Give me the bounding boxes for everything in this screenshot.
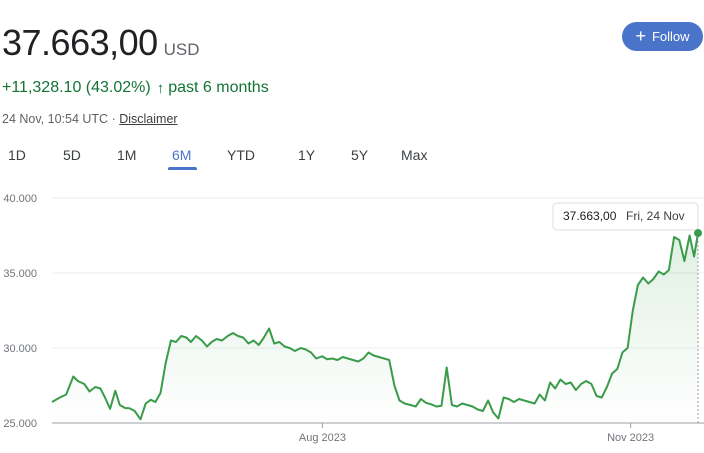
tooltip-date: Fri, 24 Nov — [626, 209, 685, 223]
change-period: past 6 months — [168, 79, 269, 96]
change-value: +11,328.10 (43.02%) — [2, 79, 151, 96]
current-price: 37.663,00 — [2, 22, 158, 63]
quote-meta: 24 Nov, 10:54 UTC · Disclaimer — [2, 112, 178, 126]
tab-ytd[interactable]: YTD — [227, 147, 255, 163]
price-chart[interactable]: 40.000 35.000 30.000 25.000 Aug 2023 Nov 202… — [0, 180, 704, 453]
follow-button[interactable]: + Follow — [622, 22, 703, 51]
x-tick-label: Aug 2023 — [299, 432, 346, 444]
active-tab-indicator — [168, 167, 197, 170]
price-header: 37.663,00 USD — [2, 22, 200, 64]
disclaimer-link[interactable]: Disclaimer — [119, 112, 177, 126]
x-tick-label: Nov 2023 — [607, 432, 654, 444]
y-tick-label: 40.000 — [3, 193, 37, 205]
tab-5y[interactable]: 5Y — [351, 147, 368, 163]
tab-6m[interactable]: 6M — [172, 147, 191, 163]
tab-5d[interactable]: 5D — [63, 147, 81, 163]
arrow-up-icon: ↑ — [156, 79, 165, 97]
follow-label: Follow — [651, 29, 690, 44]
tooltip-value: 37.663,00 — [563, 209, 617, 223]
tab-1y[interactable]: 1Y — [298, 147, 315, 163]
price-area — [52, 233, 698, 423]
y-tick-label: 35.000 — [3, 268, 37, 280]
plus-icon: + — [635, 25, 646, 46]
x-axis: Aug 2023 Nov 2023 — [299, 423, 654, 444]
price-change: +11,328.10 (43.02%) ↑ past 6 months — [2, 79, 269, 97]
meta-separator: · — [111, 112, 116, 126]
tab-1m[interactable]: 1M — [117, 147, 136, 163]
chart-tooltip: 37.663,00 Fri, 24 Nov — [552, 202, 699, 231]
currency-label: USD — [163, 40, 200, 59]
timestamp: 24 Nov, 10:54 UTC — [2, 112, 109, 126]
y-tick-label: 30.000 — [3, 343, 37, 355]
y-axis: 40.000 35.000 30.000 25.000 — [3, 193, 37, 430]
tab-max[interactable]: Max — [401, 147, 427, 163]
tab-1d[interactable]: 1D — [8, 147, 26, 163]
y-tick-label: 25.000 — [3, 418, 37, 430]
